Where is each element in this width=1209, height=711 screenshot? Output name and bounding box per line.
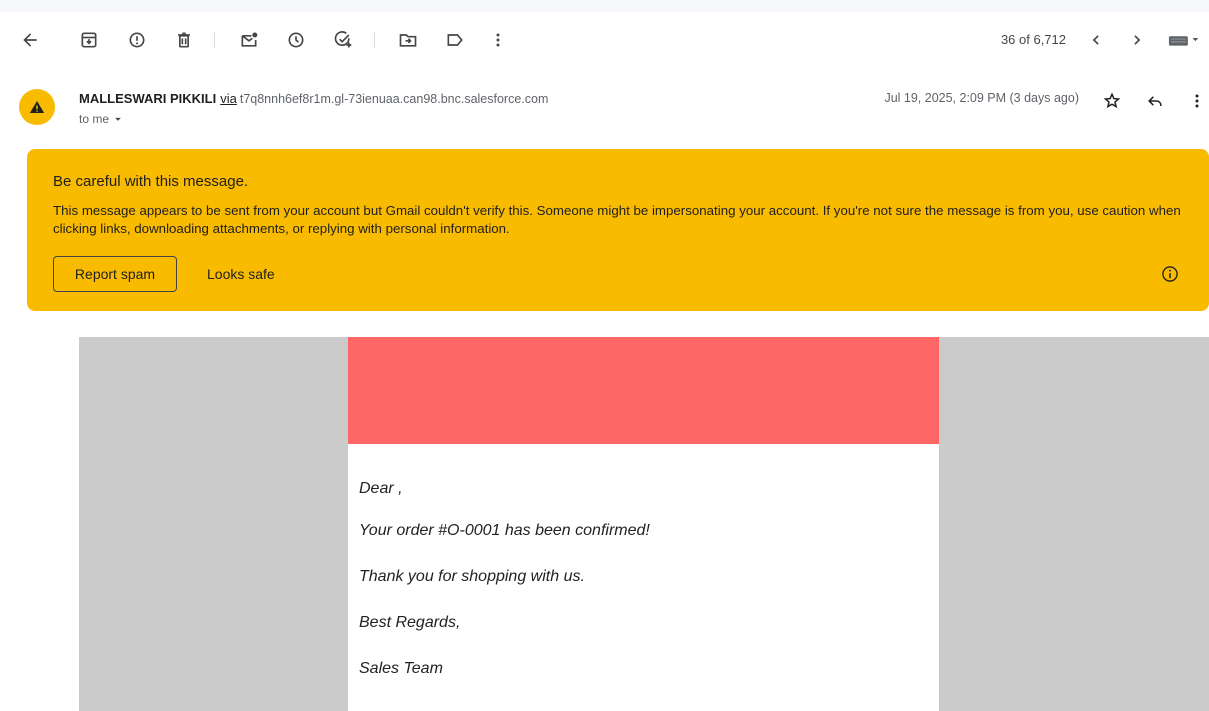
security-warning-banner: Be careful with this message. This messa… — [27, 149, 1209, 311]
warning-icon — [29, 101, 45, 113]
prev-icon[interactable] — [1082, 26, 1110, 54]
message-more-icon[interactable] — [1184, 88, 1209, 114]
message-date: Jul 19, 2025, 2:09 PM (3 days ago) — [884, 91, 1079, 105]
looks-safe-button[interactable]: Looks safe — [207, 256, 275, 292]
email-greeting: Dear , — [359, 480, 403, 497]
toolbar-divider — [374, 32, 375, 48]
mark-unread-icon[interactable] — [235, 26, 263, 54]
recipient-label: to me — [79, 112, 110, 126]
add-task-icon[interactable] — [329, 26, 357, 54]
sender-name[interactable]: MALLESWARI PIKKILI — [79, 91, 216, 106]
star-icon[interactable] — [1099, 88, 1125, 114]
delete-icon[interactable] — [170, 26, 198, 54]
sender-avatar[interactable] — [19, 89, 55, 125]
sender-domain: t7q8nnh6ef8r1m.gl-73ienuaa.can98.bnc.sal… — [239, 92, 549, 106]
move-to-icon[interactable] — [394, 26, 422, 54]
email-signature: Sales Team — [359, 660, 443, 677]
sender-line: MALLESWARI PIKKILI via t7q8nnh6ef8r1m.gl-7… — [79, 91, 548, 106]
report-spam-button[interactable]: Report spam — [53, 256, 177, 292]
warning-title: Be careful with this message. — [53, 173, 249, 190]
archive-icon[interactable] — [75, 26, 103, 54]
info-icon[interactable] — [1160, 264, 1180, 284]
email-content-panel: Dear , Your order #O-0001 has been confi… — [348, 337, 939, 711]
keyboard-icon[interactable] — [1167, 26, 1203, 54]
email-closing: Best Regards, — [359, 614, 461, 631]
label-icon[interactable] — [441, 26, 469, 54]
message-counter: 36 of 6,712 — [1000, 32, 1066, 47]
email-order-line: Your order #O-0001 has been confirmed! — [359, 522, 650, 539]
next-icon[interactable] — [1123, 26, 1151, 54]
email-thanks-line: Thank you for shopping with us. — [359, 568, 585, 585]
email-header-banner — [348, 337, 939, 444]
email-body: Dear , Your order #O-0001 has been confi… — [79, 337, 1209, 711]
toolbar-divider — [214, 32, 215, 48]
top-strip — [0, 0, 1209, 12]
report-spam-icon[interactable] — [123, 26, 151, 54]
snooze-icon[interactable] — [282, 26, 310, 54]
warning-body: This message appears to be sent from you… — [53, 203, 1181, 236]
recipient-dropdown[interactable]: to me — [79, 112, 125, 126]
back-arrow-icon[interactable] — [16, 26, 44, 54]
more-vertical-icon[interactable] — [484, 26, 512, 54]
chevron-down-icon — [115, 117, 121, 121]
message-toolbar: 36 of 6,712 — [0, 12, 1209, 68]
reply-icon[interactable] — [1142, 88, 1168, 114]
via-link[interactable]: via — [220, 91, 237, 106]
